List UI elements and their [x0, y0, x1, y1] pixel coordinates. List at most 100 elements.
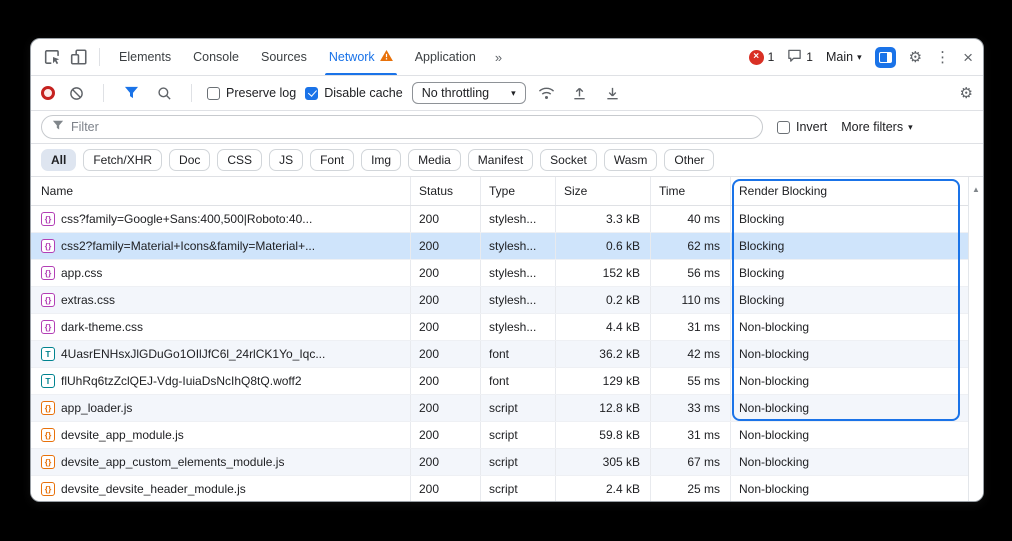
tab-application[interactable]: Application [404, 39, 487, 75]
column-header-status[interactable]: Status [411, 177, 481, 205]
chevron-down-icon: ▾ [511, 88, 516, 99]
throttling-value: No throttling [422, 86, 489, 100]
table-row[interactable]: {}devsite_app_module.js200script59.8 kB3… [31, 422, 969, 449]
request-name: app.css [61, 266, 102, 280]
chip-css[interactable]: CSS [217, 149, 262, 171]
tab-sources[interactable]: Sources [250, 39, 318, 75]
scroll-up-icon: ▲ [972, 185, 980, 501]
time-cell: 31 ms [651, 422, 731, 448]
chip-doc[interactable]: Doc [169, 149, 210, 171]
type-cell: font [481, 341, 556, 367]
issues-icon [787, 48, 802, 66]
request-name: dark-theme.css [61, 320, 143, 334]
table-row[interactable]: {}app.css200stylesh...152 kB56 msBlockin… [31, 260, 969, 287]
type-cell: stylesh... [481, 233, 556, 259]
throttling-select[interactable]: No throttling ▾ [412, 82, 526, 104]
kebab-menu-icon[interactable]: ⋮ [935, 50, 950, 65]
render-blocking-cell: Non-blocking [731, 449, 969, 475]
error-badge[interactable]: × 1 [749, 50, 775, 65]
chip-font[interactable]: Font [310, 149, 354, 171]
column-header-time[interactable]: Time [651, 177, 731, 205]
tab-network[interactable]: Network [318, 39, 404, 75]
script-file-icon: {} [41, 455, 55, 469]
import-har-icon[interactable] [568, 81, 592, 105]
context-selector[interactable]: Main ▾ [826, 50, 862, 64]
vertical-scrollbar[interactable]: ▲ [968, 177, 983, 501]
inspect-element-icon[interactable] [41, 45, 65, 69]
tab-label: Application [415, 50, 476, 64]
preserve-log-checkbox[interactable]: Preserve log [207, 86, 296, 100]
column-header-size[interactable]: Size [556, 177, 651, 205]
table-row[interactable]: T4UasrENHsxJlGDuGo1OIlJfC6l_24rlCK1Yo_Iq… [31, 341, 969, 368]
table-row[interactable]: {}devsite_devsite_header_module.js200scr… [31, 476, 969, 501]
more-tabs-button[interactable]: » [489, 50, 508, 65]
table-row[interactable]: {}css?family=Google+Sans:400,500|Roboto:… [31, 206, 969, 233]
status-cell: 200 [411, 341, 481, 367]
request-name-cell: {}app_loader.js [31, 395, 411, 421]
invert-checkbox[interactable]: Invert [777, 120, 827, 134]
time-cell: 110 ms [651, 287, 731, 313]
chip-socket[interactable]: Socket [540, 149, 597, 171]
chip-fetch-xhr[interactable]: Fetch/XHR [83, 149, 162, 171]
tab-label: Network [329, 50, 375, 64]
column-header-name[interactable]: Name [31, 177, 411, 205]
dock-side-icon[interactable] [875, 47, 896, 68]
tab-console[interactable]: Console [182, 39, 250, 75]
disable-cache-checkbox[interactable]: Disable cache [305, 86, 403, 100]
time-cell: 25 ms [651, 476, 731, 501]
export-har-icon[interactable] [601, 81, 625, 105]
table-row[interactable]: {}css2?family=Material+Icons&family=Mate… [31, 233, 969, 260]
chip-img[interactable]: Img [361, 149, 401, 171]
chip-other[interactable]: Other [664, 149, 714, 171]
search-icon[interactable] [152, 81, 176, 105]
type-cell: font [481, 368, 556, 394]
checkbox-unchecked [777, 121, 790, 134]
close-icon[interactable]: × [963, 49, 973, 66]
table-row[interactable]: TflUhRq6tzZclQEJ-Vdg-IuiaDsNcIhQ8tQ.woff… [31, 368, 969, 395]
more-filters-button[interactable]: More filters ▾ [841, 120, 912, 134]
clear-network-log-icon[interactable] [64, 81, 88, 105]
network-settings-gear-icon[interactable]: ⚙ [960, 86, 973, 101]
device-toolbar-icon[interactable] [67, 45, 91, 69]
tab-label: Console [193, 50, 239, 64]
request-name: flUhRq6tzZclQEJ-Vdg-IuiaDsNcIhQ8tQ.woff2 [61, 374, 302, 388]
table-row[interactable]: {}devsite_app_custom_elements_module.js2… [31, 449, 969, 476]
tab-elements[interactable]: Elements [108, 39, 182, 75]
status-cell: 200 [411, 476, 481, 501]
size-cell: 2.4 kB [556, 476, 651, 501]
render-blocking-cell: Blocking [731, 287, 969, 313]
filter-toggle-icon[interactable] [119, 81, 143, 105]
table-row[interactable]: {}dark-theme.css200stylesh...4.4 kB31 ms… [31, 314, 969, 341]
chip-media[interactable]: Media [408, 149, 461, 171]
chevron-down-icon: ▾ [857, 52, 862, 63]
table-row[interactable]: {}app_loader.js200script12.8 kB33 msNon-… [31, 395, 969, 422]
issues-badge[interactable]: 1 [787, 48, 813, 66]
table-row[interactable]: {}extras.css200stylesh...0.2 kB110 msBlo… [31, 287, 969, 314]
time-cell: 42 ms [651, 341, 731, 367]
invert-label: Invert [796, 120, 827, 134]
chip-wasm[interactable]: Wasm [604, 149, 658, 171]
column-header-render[interactable]: Render Blocking [731, 177, 969, 205]
funnel-icon [52, 118, 64, 136]
status-cell: 200 [411, 368, 481, 394]
size-cell: 129 kB [556, 368, 651, 394]
network-conditions-icon[interactable] [535, 81, 559, 105]
stylesheet-file-icon: {} [41, 320, 55, 334]
table-header-row: NameStatusTypeSizeTimeRender Blocking [31, 177, 969, 206]
status-cell: 200 [411, 395, 481, 421]
chip-js[interactable]: JS [269, 149, 303, 171]
devtools-tabbar: Elements Console Sources Network Application… [31, 39, 983, 76]
filter-input[interactable]: Filter [41, 115, 763, 139]
column-header-type[interactable]: Type [481, 177, 556, 205]
chip-manifest[interactable]: Manifest [468, 149, 533, 171]
devtools-window: Elements Console Sources Network Application… [30, 38, 984, 502]
settings-gear-icon[interactable]: ⚙ [909, 50, 922, 65]
size-cell: 152 kB [556, 260, 651, 286]
chip-all[interactable]: All [41, 149, 76, 171]
context-selector-label: Main [826, 50, 853, 64]
font-file-icon: T [41, 374, 55, 388]
record-network-log-button[interactable] [41, 86, 55, 100]
render-blocking-cell: Non-blocking [731, 314, 969, 340]
size-cell: 36.2 kB [556, 341, 651, 367]
render-blocking-cell: Non-blocking [731, 368, 969, 394]
